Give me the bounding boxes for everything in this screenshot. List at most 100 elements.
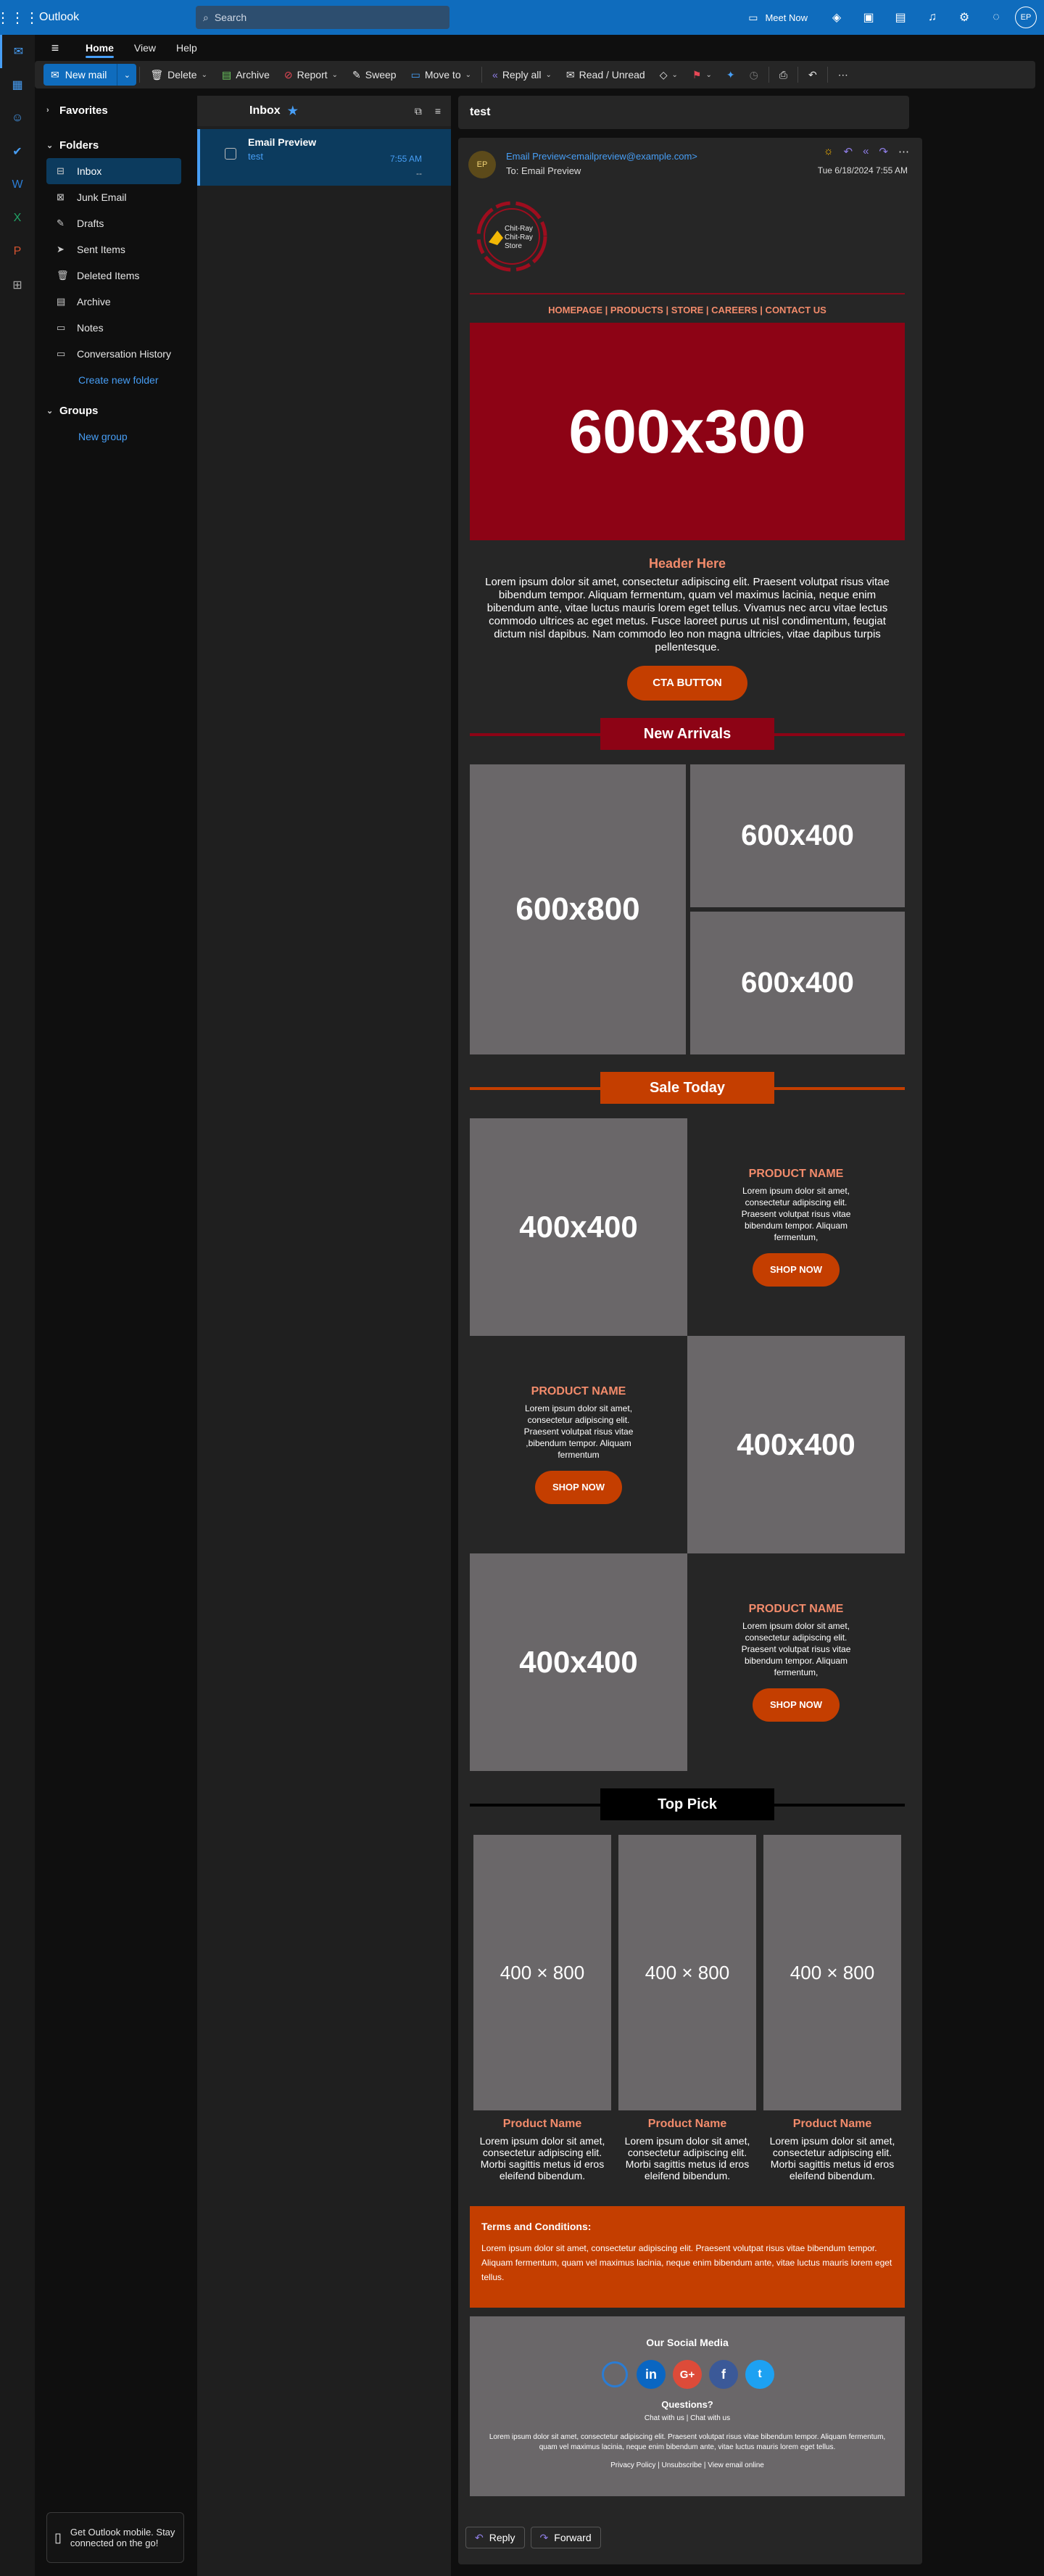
recipient-name[interactable]: Email Preview xyxy=(521,165,581,176)
archive-button[interactable]: ▤ Archive xyxy=(215,64,277,86)
delete-button[interactable]: 🗑 Delete ⌄ xyxy=(143,64,215,86)
tab-view[interactable]: View xyxy=(124,35,166,61)
product-name: PRODUCT NAME xyxy=(748,1168,844,1180)
read-unread-button[interactable]: ✉ Read / Unread xyxy=(559,64,652,86)
product-image-placeholder[interactable]: 400x400 xyxy=(687,1336,905,1553)
twitter-icon[interactable]: t xyxy=(745,2360,774,2389)
brand-logo[interactable]: Chit-Ray Chit-Ray Store xyxy=(474,199,550,274)
app-title[interactable]: Outlook xyxy=(35,11,196,24)
trash-icon: 🗑 xyxy=(150,68,164,80)
shop-now-button[interactable]: SHOP NOW xyxy=(753,1688,840,1722)
onenote-icon[interactable]: ▣ xyxy=(853,0,884,35)
sun-icon[interactable]: ☼ xyxy=(824,145,834,158)
google-plus-icon[interactable]: G+ xyxy=(673,2360,702,2389)
new-arrival-large-placeholder[interactable]: 600x800 xyxy=(470,764,686,1054)
new-arrival-small-placeholder[interactable]: 600x400 xyxy=(690,764,905,907)
excel-app-icon[interactable]: X xyxy=(0,202,35,235)
circle-icon[interactable] xyxy=(602,2361,628,2387)
folders-header[interactable]: ⌄ Folders xyxy=(35,132,186,158)
sidebar-item-notes[interactable]: ▭ Notes xyxy=(46,315,181,341)
top-pick-image-placeholder[interactable]: 400 × 800 xyxy=(473,1835,611,2110)
move-to-button[interactable]: ▭ Move to ⌄ xyxy=(404,64,478,86)
create-new-folder-link[interactable]: Create new folder xyxy=(35,367,186,393)
forward-icon[interactable]: ↷ xyxy=(879,145,888,158)
flag-button[interactable]: ⚑ ⌄ xyxy=(685,64,719,86)
broom-icon: ✎ xyxy=(352,68,361,80)
shop-now-button[interactable]: SHOP NOW xyxy=(753,1253,840,1287)
groups-header[interactable]: ⌄ Groups xyxy=(35,397,186,424)
sidebar-item-inbox[interactable]: ⊟ Inbox xyxy=(46,158,181,184)
top-pick-image-placeholder[interactable]: 400 × 800 xyxy=(763,1835,901,2110)
reply-all-button[interactable]: « Reply all ⌄ xyxy=(485,64,559,86)
chat-links[interactable]: Chat with us | Chat with us xyxy=(470,2414,905,2422)
linkedin-icon[interactable]: in xyxy=(637,2360,666,2389)
sweep-button[interactable]: ✎ Sweep xyxy=(345,64,404,86)
bell-icon[interactable]: ♫ xyxy=(916,0,948,35)
cta-button[interactable]: CTA BUTTON xyxy=(627,666,747,701)
powerpoint-app-icon[interactable]: P xyxy=(0,235,35,268)
meet-now-button[interactable]: ▭ Meet Now xyxy=(748,12,808,24)
tab-help[interactable]: Help xyxy=(166,35,207,61)
folder-label: Conversation History xyxy=(77,348,171,360)
categorize-button[interactable]: ◇ ⌄ xyxy=(652,64,685,86)
calendar-app-icon[interactable]: ▦ xyxy=(0,68,35,102)
user-avatar[interactable]: EP xyxy=(1015,7,1037,28)
more-apps-icon[interactable]: ⊞ xyxy=(0,268,35,302)
footer-links[interactable]: Privacy Policy | Unsubscribe | View emai… xyxy=(470,2461,905,2469)
section-divider-top-pick: Top Pick xyxy=(470,1788,905,1820)
app-launcher-icon[interactable]: ⋮⋮⋮ xyxy=(0,0,39,35)
more-options-button[interactable]: ⋯ xyxy=(831,64,856,86)
tab-home[interactable]: Home xyxy=(75,35,124,61)
todo-app-icon[interactable]: ✔ xyxy=(0,135,35,168)
top-pick-name: Product Name xyxy=(502,2118,582,2130)
print-button[interactable]: ⎙ xyxy=(772,64,795,86)
report-button[interactable]: ⊘ Report ⌄ xyxy=(277,64,345,86)
list-item[interactable]: Email Preview test 7:55 AM -- xyxy=(197,129,451,186)
reply-all-icon[interactable]: « xyxy=(863,145,869,158)
top-pick-image-placeholder[interactable]: 400 × 800 xyxy=(618,1835,756,2110)
sidebar-item-conversation-history[interactable]: ▭ Conversation History xyxy=(46,341,181,367)
search-input[interactable]: ⌕ Search xyxy=(196,6,450,29)
gear-icon[interactable]: ⚙ xyxy=(948,0,980,35)
outlook-mobile-promo[interactable]: ▯ Get Outlook mobile. Stay connected on … xyxy=(46,2512,184,2563)
snooze-button[interactable]: ◷ xyxy=(742,64,766,86)
lightbulb-icon[interactable]: ◌ xyxy=(980,0,1012,35)
teams-icon[interactable]: ◈ xyxy=(821,0,853,35)
facebook-icon[interactable]: f xyxy=(709,2360,738,2389)
reply-button[interactable]: ↶ Reply xyxy=(465,2527,525,2548)
new-group-link[interactable]: New group xyxy=(35,424,186,450)
my-day-icon[interactable]: ▤ xyxy=(884,0,916,35)
email-nav-links[interactable]: HOMEPAGE | PRODUCTS | STORE | CAREERS | … xyxy=(470,294,905,323)
ellipsis-icon[interactable]: ⋯ xyxy=(898,145,909,158)
chevron-down-icon[interactable]: ⌄ xyxy=(117,70,136,80)
reply-icon[interactable]: ↶ xyxy=(844,145,853,158)
product-image-placeholder[interactable]: 400x400 xyxy=(470,1553,687,1771)
sidebar-item-sent[interactable]: ➤ Sent Items xyxy=(46,236,181,263)
people-app-icon[interactable]: ☺ xyxy=(0,102,35,135)
favorites-header[interactable]: › Favorites xyxy=(35,97,186,123)
star-icon[interactable]: ★ xyxy=(288,104,298,118)
product-image-placeholder[interactable]: 400x400 xyxy=(470,1118,687,1336)
mobile-promo-text: Get Outlook mobile. Stay connected on th… xyxy=(70,2527,175,2548)
filter-icon[interactable]: ≡ xyxy=(435,105,441,117)
word-app-icon[interactable]: W xyxy=(0,168,35,202)
select-mode-icon[interactable]: ⧉ xyxy=(415,105,422,117)
hamburger-menu-icon[interactable]: ≡ xyxy=(35,41,75,56)
undo-button[interactable]: ↶ xyxy=(801,64,824,86)
forward-button[interactable]: ↷ Forward xyxy=(530,2527,601,2548)
message-checkbox[interactable] xyxy=(225,148,236,160)
sender-avatar[interactable]: EP xyxy=(468,151,496,178)
new-mail-button[interactable]: ✉ New mail ⌄ xyxy=(44,64,137,86)
shop-now-button[interactable]: SHOP NOW xyxy=(535,1471,622,1504)
sender-address[interactable]: Email Preview<emailpreview@example.com> xyxy=(506,151,697,162)
sidebar-item-deleted[interactable]: 🗑 Deleted Items xyxy=(46,263,181,289)
sidebar-item-drafts[interactable]: ✎ Drafts xyxy=(46,210,181,236)
product-description: Lorem ipsum dolor sit amet, consectetur … xyxy=(741,1186,851,1242)
section-divider-sale-today: Sale Today xyxy=(470,1072,905,1104)
mail-app-icon[interactable]: ✉ xyxy=(0,35,35,68)
sidebar-item-archive[interactable]: ▤ Archive xyxy=(46,289,181,315)
top-pick-card: 400 × 800 Product Name Lorem ipsum dolor… xyxy=(618,1835,756,2181)
pin-button[interactable]: ✦ xyxy=(719,64,742,86)
new-arrival-small-placeholder[interactable]: 600x400 xyxy=(690,912,905,1054)
sidebar-item-junk[interactable]: ⊠ Junk Email xyxy=(46,184,181,210)
